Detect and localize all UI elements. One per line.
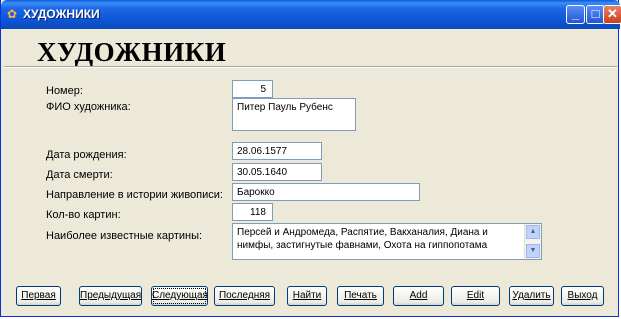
- previous-button[interactable]: Предыдущая: [79, 286, 142, 306]
- next-button[interactable]: Следующая: [151, 286, 208, 306]
- name-label: ФИО художника:: [46, 101, 131, 113]
- minimize-icon: _: [571, 6, 580, 21]
- add-button[interactable]: Add: [393, 286, 444, 306]
- birth-date-field[interactable]: 28.06.1577: [232, 142, 322, 160]
- close-icon: ✕: [607, 6, 618, 21]
- app-window: ✿ ХУДОЖНИКИ _ □ ✕ ХУДОЖНИКИ Номер: 5 ФИО…: [0, 0, 621, 317]
- close-button[interactable]: ✕: [603, 5, 621, 24]
- chevron-down-icon: ▼: [529, 247, 537, 254]
- paintings-count-field[interactable]: 118: [232, 203, 273, 221]
- birth-date-label: Дата рождения:: [46, 149, 127, 161]
- scroll-down-button[interactable]: ▼: [526, 244, 540, 258]
- famous-paintings-text: Персей и Андромеда, Распятие, Вакханалия…: [237, 227, 488, 251]
- death-date-field[interactable]: 30.05.1640: [232, 163, 322, 181]
- delete-button[interactable]: Удалить: [509, 286, 554, 306]
- find-button[interactable]: Найти: [287, 286, 327, 306]
- death-date-label: Дата смерти:: [46, 169, 113, 181]
- last-button[interactable]: Последняя: [214, 286, 275, 306]
- edit-button[interactable]: Edit: [451, 286, 500, 306]
- number-label: Номер:: [46, 85, 83, 97]
- form-body: ХУДОЖНИКИ Номер: 5 ФИО художника: Питер …: [4, 29, 617, 314]
- title-bar[interactable]: ✿ ХУДОЖНИКИ _ □ ✕: [1, 0, 621, 29]
- first-button[interactable]: Первая: [16, 286, 61, 306]
- direction-field[interactable]: Барокко: [232, 183, 420, 201]
- chevron-up-icon: ▲: [529, 228, 537, 235]
- form-heading: ХУДОЖНИКИ: [37, 37, 227, 67]
- app-icon: ✿: [7, 7, 18, 21]
- minimize-button[interactable]: _: [566, 5, 585, 24]
- famous-paintings-field[interactable]: Персей и Андромеда, Распятие, Вакханалия…: [232, 223, 542, 260]
- famous-paintings-scrollbar[interactable]: ▲ ▼: [524, 224, 541, 259]
- paintings-count-label: Кол-во картин:: [46, 209, 121, 221]
- print-button[interactable]: Печать: [337, 286, 384, 306]
- window-title: ХУДОЖНИКИ: [23, 7, 100, 21]
- header-divider: [4, 66, 617, 68]
- famous-paintings-label: Наиболее известные картины:: [46, 230, 203, 242]
- number-field[interactable]: 5: [232, 80, 273, 98]
- artist-name-field[interactable]: Питер Пауль Рубенс: [232, 98, 356, 131]
- exit-button[interactable]: Выход: [561, 286, 604, 306]
- scroll-up-button[interactable]: ▲: [526, 225, 540, 239]
- direction-label: Направление в истории живописи:: [46, 189, 223, 201]
- maximize-icon: □: [591, 6, 600, 21]
